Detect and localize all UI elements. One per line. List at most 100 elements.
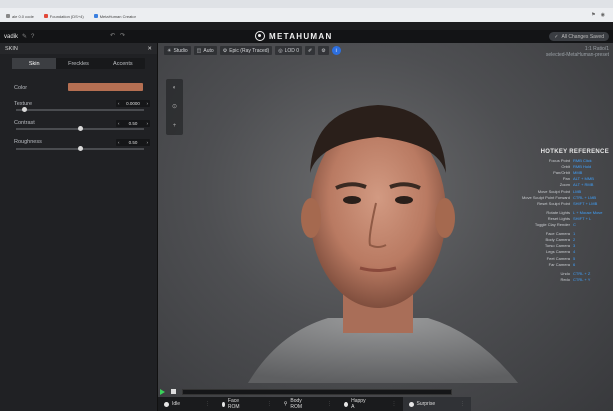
bookmark-item[interactable]: MetaHuman Creator bbox=[93, 14, 136, 19]
hotkey-action: Far Camera bbox=[548, 261, 570, 267]
hotkey-reference: HOTKEY REFERENCE Focus Point RMB Click Orb… bbox=[491, 149, 609, 283]
hotkey-row: Redo CTRL + Y bbox=[491, 277, 609, 283]
roughness-slider-handle[interactable] bbox=[77, 146, 83, 151]
hotkey-action: Redo bbox=[560, 276, 570, 282]
hotkey-list: Focus Point RMB Click Orbit RMB Hold Pan/Orb… bbox=[491, 158, 609, 283]
more-icon[interactable]: ⋮ bbox=[392, 401, 397, 407]
timeline bbox=[158, 386, 613, 397]
more-icon[interactable]: ⋮ bbox=[205, 401, 210, 407]
viewport[interactable]: ☀ Studio ◫ Auto ⚙ Epic (Ray Traced) ◎ LOD 0 … bbox=[158, 43, 613, 411]
save-status-badge: ✓ All Changes Saved bbox=[549, 32, 609, 41]
decrement-icon[interactable]: ‹ bbox=[118, 121, 120, 126]
play-icon[interactable] bbox=[160, 388, 165, 395]
light-icon: ☀ bbox=[167, 47, 172, 54]
help-icon[interactable]: ? bbox=[31, 34, 34, 40]
hotkey-action: Reset Sculpt Point bbox=[537, 200, 570, 206]
contrast-stepper[interactable]: ‹ 0.50 › bbox=[116, 120, 150, 127]
bookmark-icon bbox=[6, 14, 10, 18]
hotkey-binding: CTRL + Y bbox=[573, 276, 591, 282]
pin-button[interactable]: ✐ bbox=[305, 46, 316, 55]
studio-button[interactable]: ☀ Studio bbox=[164, 46, 191, 55]
orbit-icon[interactable]: ◐ bbox=[173, 85, 177, 91]
skin-color-swatch[interactable] bbox=[68, 83, 143, 91]
roughness-stepper[interactable]: ‹ 0.50 › bbox=[116, 139, 150, 146]
panel-tabs: Skin Freckles Accents bbox=[12, 58, 145, 69]
app-logo: METAHUMAN bbox=[255, 31, 333, 41]
contrast-label: Contrast bbox=[14, 120, 35, 126]
timeline-track[interactable] bbox=[182, 388, 452, 395]
info-icon: i bbox=[335, 47, 337, 54]
viewport-side-dock: ◐ ⊙ + bbox=[166, 79, 183, 135]
texture-slider-handle[interactable] bbox=[22, 107, 28, 112]
zoom-icon[interactable]: ⊙ bbox=[172, 103, 177, 110]
tab-freckles[interactable]: Freckles bbox=[56, 58, 100, 69]
metahuman-logo-icon bbox=[255, 31, 265, 41]
texture-value: 0.0000 bbox=[126, 101, 140, 106]
panel-title: SKIN bbox=[5, 45, 18, 52]
texture-slider[interactable] bbox=[16, 109, 144, 111]
gear-icon: ⚙ bbox=[222, 47, 228, 54]
bookmark-item[interactable]: Foundation (DS+4) bbox=[43, 14, 84, 19]
roughness-value: 0.50 bbox=[128, 140, 138, 145]
app-bar: vadik ✎ ? ↶ ↷ METAHUMAN ✓ All Changes Sa… bbox=[0, 30, 613, 43]
increment-icon[interactable]: › bbox=[146, 140, 148, 145]
animation-face-rom[interactable]: Face ROM ⋮ bbox=[216, 397, 278, 411]
undo-icon[interactable]: ↶ bbox=[110, 32, 115, 39]
tab-accents[interactable]: Accents bbox=[101, 58, 145, 69]
add-icon[interactable]: + bbox=[173, 123, 177, 129]
contrast-value: 0.50 bbox=[128, 121, 138, 126]
texture-stepper[interactable]: ‹ 0.0000 › bbox=[116, 100, 150, 107]
extension-icon[interactable]: ⚑ bbox=[591, 12, 595, 18]
animation-icon bbox=[344, 401, 349, 407]
roughness-label: Roughness bbox=[14, 139, 42, 145]
edit-icon[interactable]: ✎ bbox=[22, 33, 27, 40]
decrement-icon[interactable]: ‹ bbox=[118, 140, 120, 145]
hotkey-binding: 6 bbox=[573, 261, 576, 267]
hotkey-binding: SHIFT + LMB bbox=[573, 200, 598, 206]
lod-icon: ◎ bbox=[278, 47, 283, 54]
browser-chrome: ale 0.0 code Foundation (DS+4) MetaHuman… bbox=[0, 0, 613, 22]
save-status-label: All Changes Saved bbox=[561, 33, 604, 40]
animation-happy-a[interactable]: Happy A ⋮ bbox=[338, 397, 402, 411]
skin-panel: SKIN ✕ Skin Freckles Accents Color Textu… bbox=[0, 43, 158, 411]
animation-body-rom[interactable]: ⚲ Body ROM ⋮ bbox=[278, 397, 338, 411]
camera-icon: ◫ bbox=[196, 47, 202, 54]
user-name: vadik bbox=[4, 33, 19, 40]
run-icon: ⚲ bbox=[283, 401, 288, 407]
hotkey-title: HOTKEY REFERENCE bbox=[540, 149, 609, 155]
redo-icon[interactable]: ↷ bbox=[120, 32, 125, 39]
animation-surprise[interactable]: Surprise ⋮ bbox=[402, 397, 472, 411]
more-icon[interactable]: ⋮ bbox=[267, 401, 272, 407]
bookmark-icon bbox=[93, 14, 98, 18]
settings-button[interactable]: ⚙ bbox=[318, 46, 329, 55]
hotkey-binding: C bbox=[573, 222, 576, 228]
decrement-icon[interactable]: ‹ bbox=[118, 101, 120, 106]
animation-icon bbox=[222, 401, 225, 407]
more-icon[interactable]: ⋮ bbox=[460, 401, 465, 407]
bookmark-item[interactable]: ale 0.0 code bbox=[6, 14, 34, 19]
info-button[interactable]: i bbox=[331, 46, 341, 55]
hotkey-action: Toggle Clay Render bbox=[534, 222, 570, 228]
pin-icon: ✐ bbox=[308, 47, 313, 54]
animation-bar: Idle ⋮ Face ROM ⋮ ⚲ Body ROM ⋮ Happy A ⋮ Surp… bbox=[158, 397, 472, 411]
undo-redo: ↶ ↷ bbox=[110, 32, 125, 39]
browser-tab-strip bbox=[0, 0, 613, 8]
auto-button[interactable]: ◫ Auto bbox=[193, 46, 217, 55]
lod-dropdown[interactable]: ◎ LOD 0 bbox=[275, 46, 303, 55]
bookmarks-bar: ale 0.0 code Foundation (DS+4) MetaHuman… bbox=[6, 12, 136, 20]
tab-skin[interactable]: Skin bbox=[12, 58, 57, 69]
contrast-slider-handle[interactable] bbox=[77, 126, 83, 131]
profile-icon[interactable]: ◉ bbox=[601, 12, 605, 18]
stop-icon[interactable] bbox=[171, 389, 176, 394]
bookmark-icon bbox=[43, 14, 48, 18]
app-name: METAHUMAN bbox=[269, 31, 333, 41]
increment-icon[interactable]: › bbox=[146, 101, 148, 106]
browser-icons: ⚑ ◉ bbox=[591, 12, 605, 18]
close-icon[interactable]: ✕ bbox=[147, 46, 152, 52]
lighting-dropdown[interactable]: ⚙ Epic (Ray Traced) bbox=[219, 46, 273, 55]
more-icon[interactable]: ⋮ bbox=[327, 401, 332, 407]
increment-icon[interactable]: › bbox=[146, 121, 148, 126]
metahuman-character bbox=[248, 105, 518, 383]
animation-idle[interactable]: Idle ⋮ bbox=[158, 397, 216, 411]
preset-info-line: selected-MetaHuman-preset bbox=[545, 52, 609, 58]
